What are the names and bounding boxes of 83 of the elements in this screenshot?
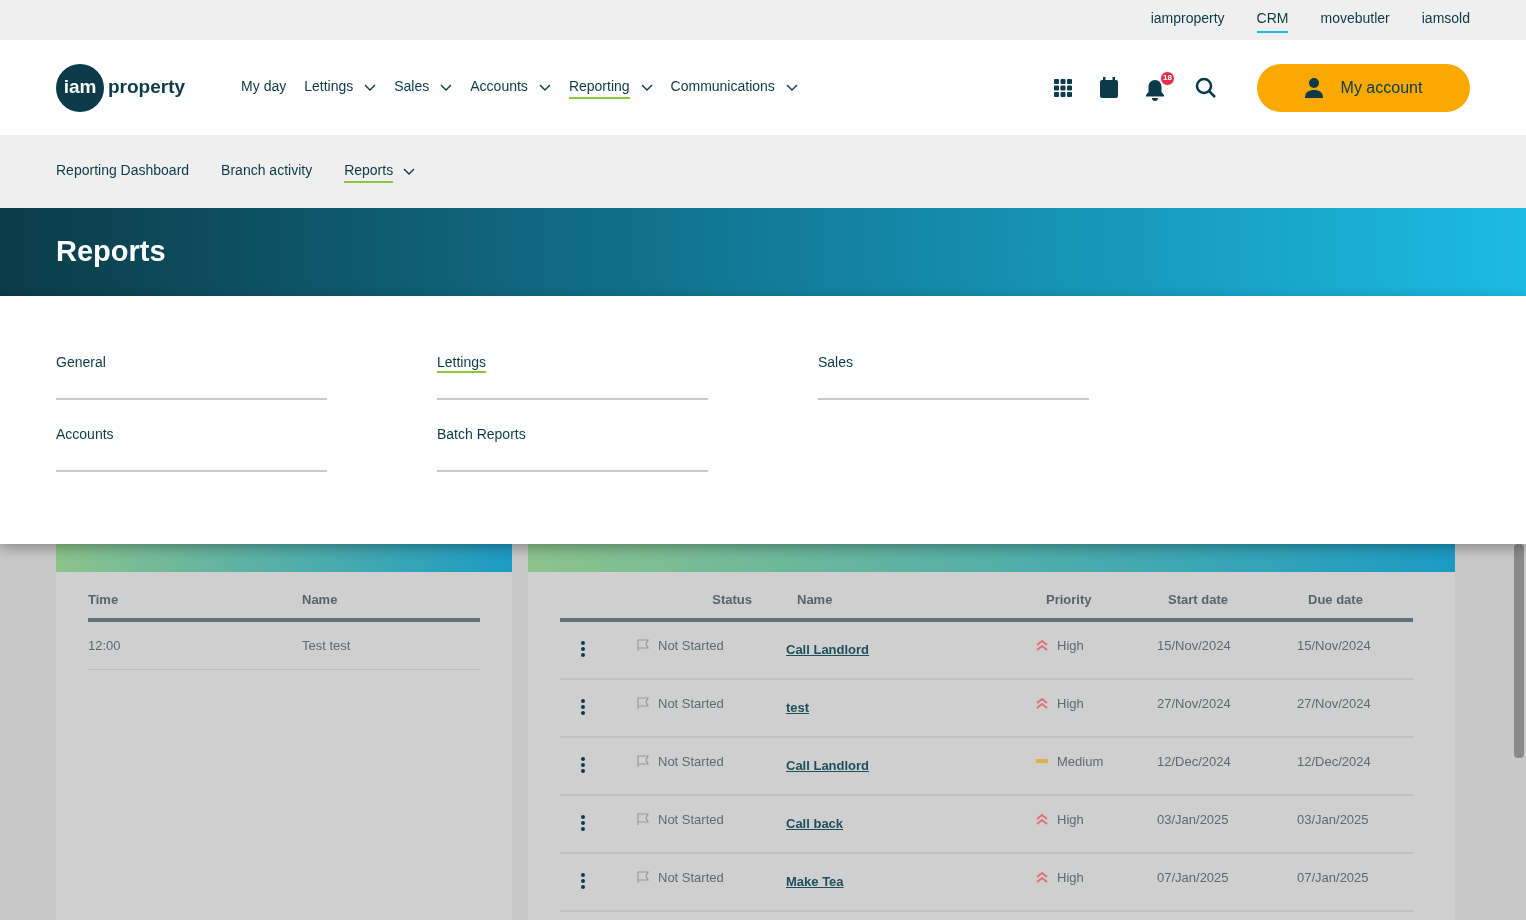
report-category-link[interactable]: Accounts xyxy=(56,426,114,445)
table-cell-text: 12/Dec/2024 xyxy=(1297,752,1372,771)
status-text: Not Started xyxy=(658,810,724,829)
brand-link[interactable]: iamproperty xyxy=(1150,7,1225,33)
chevrons-up-icon xyxy=(1035,813,1049,826)
table-cell-text: 15/Nov/2024 xyxy=(1297,636,1372,655)
status-text: Not Started xyxy=(658,868,724,887)
flag-icon xyxy=(636,638,650,653)
chevron-down-icon xyxy=(538,83,551,92)
brand-link[interactable]: iamsold xyxy=(1421,7,1470,33)
apps-grid-icon[interactable] xyxy=(1053,77,1073,98)
brand-link[interactable]: CRM xyxy=(1256,7,1289,33)
chevrons-up-icon xyxy=(1035,871,1049,884)
more-vertical-icon[interactable] xyxy=(580,697,586,716)
priority-text: High xyxy=(1057,868,1084,887)
logo-wordmark: property xyxy=(108,75,186,100)
task-link[interactable]: Call Landlord xyxy=(786,751,870,775)
column-header: Name xyxy=(797,591,834,609)
table-cell-text: 07/Jan/2025 xyxy=(1157,868,1230,887)
column-header: Start date xyxy=(1168,591,1229,609)
priority-text: High xyxy=(1057,694,1084,713)
table-cell-text: 27/Nov/2024 xyxy=(1297,694,1372,713)
notification-count: 18 xyxy=(1160,70,1175,86)
more-vertical-icon[interactable] xyxy=(580,639,586,658)
chevrons-up-icon xyxy=(1035,639,1049,652)
priority-text: Medium xyxy=(1057,752,1104,771)
table-cell-text: 03/Jan/2025 xyxy=(1157,810,1230,829)
chevron-down-icon xyxy=(403,167,416,176)
nav-link[interactable]: Lettings xyxy=(304,76,377,99)
priority-text: High xyxy=(1057,636,1084,655)
sub-nav-link[interactable]: Branch activity xyxy=(221,160,313,183)
table-cell-text: 03/Jan/2025 xyxy=(1297,810,1370,829)
my-account-button[interactable]: My account xyxy=(1257,63,1470,112)
flag-icon xyxy=(636,812,650,827)
nav-link[interactable]: Communications xyxy=(670,76,798,99)
chevron-down-icon xyxy=(640,83,653,92)
calendar-icon[interactable] xyxy=(1099,76,1119,99)
column-header: Priority xyxy=(1046,591,1093,609)
column-header: Time xyxy=(88,591,120,609)
table-cell-text: 07/Jan/2025 xyxy=(1297,868,1370,887)
task-link[interactable]: Call Landlord xyxy=(786,635,870,659)
table-cell-text: 12/Dec/2024 xyxy=(1157,752,1232,771)
report-category-link[interactable]: General xyxy=(56,354,106,373)
nav-link[interactable]: My day xyxy=(241,76,287,99)
more-vertical-icon[interactable] xyxy=(580,813,586,832)
task-link[interactable]: Make Tea xyxy=(786,867,844,891)
chevron-down-icon xyxy=(440,83,453,92)
task-link[interactable]: Call back xyxy=(786,809,844,833)
bell-icon[interactable] xyxy=(1145,78,1165,101)
flag-icon xyxy=(636,696,650,711)
logo-mark: iam xyxy=(56,63,104,112)
flag-icon xyxy=(636,754,650,769)
chevron-down-icon xyxy=(364,83,377,92)
page-title: Reports xyxy=(56,234,166,270)
status-text: Not Started xyxy=(658,636,724,655)
nav-link[interactable]: Reporting xyxy=(568,76,653,99)
chevrons-up-icon xyxy=(1035,697,1049,710)
table-cell-text: 27/Nov/2024 xyxy=(1157,694,1232,713)
logo[interactable]: iam property xyxy=(56,63,186,112)
table-cell-text: 12:00 xyxy=(88,636,122,655)
more-vertical-icon[interactable] xyxy=(580,871,586,890)
status-text: Not Started xyxy=(658,694,724,713)
column-header: Name xyxy=(302,591,339,609)
chevron-down-icon xyxy=(785,83,798,92)
person-icon xyxy=(1304,77,1323,98)
flag-icon xyxy=(636,870,650,885)
brand-link[interactable]: movebutler xyxy=(1320,7,1390,33)
report-category-link[interactable]: Batch Reports xyxy=(437,426,526,445)
sub-nav-link[interactable]: Reporting Dashboard xyxy=(56,160,190,183)
priority-text: High xyxy=(1057,810,1084,829)
report-category-link[interactable]: Sales xyxy=(818,354,854,373)
task-link[interactable]: test xyxy=(786,693,810,717)
status-text: Not Started xyxy=(658,752,724,771)
table-cell-text: 15/Nov/2024 xyxy=(1157,636,1232,655)
sub-nav-link[interactable]: Reports xyxy=(344,160,416,183)
column-header: Status xyxy=(711,591,753,609)
report-category-link[interactable]: Lettings xyxy=(437,354,487,373)
nav-link[interactable]: Accounts xyxy=(470,76,551,99)
table-cell-text: Test test xyxy=(302,636,352,655)
column-header: Due date xyxy=(1308,591,1364,609)
search-icon[interactable] xyxy=(1195,76,1217,99)
nav-link[interactable]: Sales xyxy=(394,76,453,99)
more-vertical-icon[interactable] xyxy=(580,755,586,774)
